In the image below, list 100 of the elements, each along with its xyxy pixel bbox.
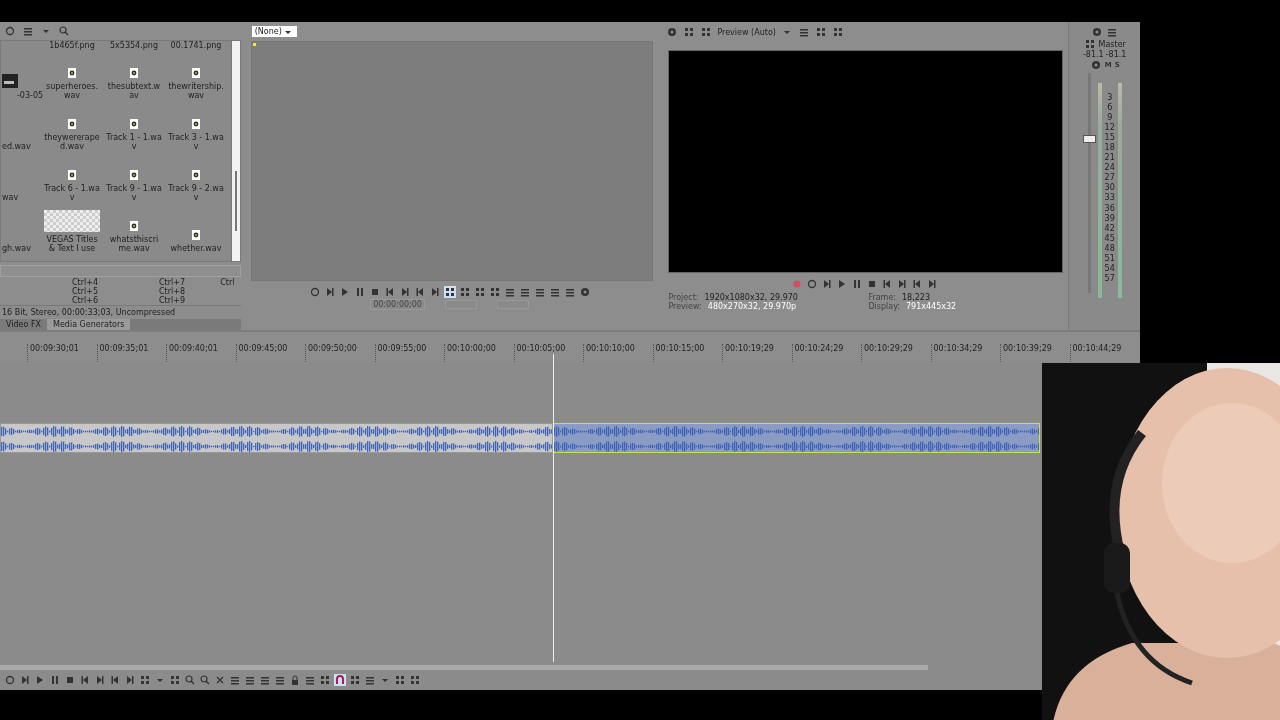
info-label: Frame: <box>868 293 896 302</box>
grid-icon[interactable] <box>814 26 827 38</box>
magnet-icon[interactable] <box>334 674 346 686</box>
audio-file-icon[interactable] <box>128 169 140 181</box>
info-value: 791x445x32 <box>906 302 957 311</box>
settings-icon[interactable] <box>578 286 591 298</box>
file-name: theywereraped.wav <box>44 133 100 151</box>
grid-icon[interactable] <box>473 286 486 298</box>
meter-scale-label: 39 <box>1104 213 1115 223</box>
grid-icon[interactable] <box>443 286 456 298</box>
shortcut-label: Ctrl+8 <box>158 287 186 296</box>
skip-icon[interactable] <box>926 278 939 290</box>
audio-file-icon[interactable] <box>190 169 202 181</box>
grid-icon[interactable] <box>458 286 471 298</box>
audio-event[interactable] <box>553 423 1040 453</box>
shortcut-label: Ctrl+7 <box>158 278 186 287</box>
ruler-time: 00:10:34;29 <box>933 344 983 353</box>
info-label: Display: <box>868 302 900 311</box>
peak-reading: -81.1 <box>1083 50 1104 59</box>
file-name: Track 9 - 2.wav <box>168 184 224 202</box>
time-field[interactable]: 00:00:00;00 <box>370 298 425 310</box>
search-icon[interactable] <box>184 674 196 686</box>
file-name: Track 9 - 1.wav <box>106 184 162 202</box>
ruler-time: 00:10:29;29 <box>864 344 913 353</box>
audio-event[interactable] <box>0 423 553 453</box>
shortcut-label: Ctrl <box>219 278 236 287</box>
meter-scale-label: 12 <box>1104 123 1115 133</box>
status-text: 16 Bit, Stereo, 00:00:33;03, Uncompressed <box>2 307 176 317</box>
peak-reading: -81.1 <box>1105 50 1127 59</box>
skip-icon[interactable] <box>19 674 31 686</box>
meter-scale-label: 6 <box>1106 103 1114 113</box>
meter-scale-label: 27 <box>1104 173 1115 183</box>
skip-icon[interactable] <box>821 278 834 290</box>
scrollbar[interactable] <box>230 41 240 261</box>
search-icon[interactable] <box>199 674 211 686</box>
title-thumbnail[interactable] <box>44 210 100 232</box>
list-icon[interactable] <box>563 286 576 298</box>
audio-file-icon[interactable] <box>66 67 78 79</box>
ruler-time: 00:10:10;00 <box>586 344 635 353</box>
grid-icon[interactable] <box>488 286 501 298</box>
meter-scale-label: 24 <box>1104 163 1115 173</box>
settings-icon[interactable] <box>666 26 679 38</box>
ruler-time: 00:09:50;00 <box>308 344 357 353</box>
grid-icon[interactable] <box>831 26 844 38</box>
info-value: 1920x1080x32, 29.970 <box>704 293 798 302</box>
list-icon[interactable] <box>518 286 531 298</box>
audio-file-icon[interactable] <box>128 118 140 130</box>
list-icon[interactable] <box>364 674 376 686</box>
ruler-time: 00:10:44;29 <box>1072 344 1122 353</box>
list-icon[interactable] <box>259 674 271 686</box>
skip-icon[interactable] <box>94 674 106 686</box>
audio-file-icon[interactable] <box>190 118 202 130</box>
skip-back-icon[interactable] <box>109 674 121 686</box>
audio-file-icon[interactable] <box>66 118 78 130</box>
grid-icon[interactable] <box>683 26 696 38</box>
video-thumbnail[interactable] <box>2 74 18 88</box>
scrollbar[interactable] <box>0 665 928 670</box>
list-icon[interactable] <box>533 286 546 298</box>
audio-file-icon[interactable] <box>190 67 202 79</box>
audio-file-icon[interactable] <box>128 67 140 79</box>
settings-icon[interactable] <box>1091 26 1104 38</box>
skip-back-icon[interactable] <box>79 674 91 686</box>
ruler-time: 00:10:39;29 <box>1003 344 1052 353</box>
stop-icon[interactable] <box>64 674 76 686</box>
shortcut-label: Ctrl+4 <box>71 278 99 287</box>
list-icon[interactable] <box>274 674 286 686</box>
meter-scale-label: 36 <box>1104 203 1115 213</box>
file-name: 1b465f.png <box>48 41 96 51</box>
list-icon[interactable] <box>244 674 256 686</box>
file-name: whatsthiscrime.wav <box>108 235 160 253</box>
list-icon[interactable] <box>22 25 34 37</box>
meter-scale-label: 45 <box>1104 233 1115 243</box>
search-icon[interactable] <box>58 25 70 37</box>
quality-dropdown[interactable]: Preview (Auto) <box>717 27 776 37</box>
file-name: Track 1 - 1.wav <box>106 133 162 151</box>
fader-handle[interactable] <box>1082 135 1096 144</box>
file-name: ed.wav <box>2 142 31 151</box>
list-icon[interactable] <box>503 286 516 298</box>
file-name: -03-05 <box>15 91 45 100</box>
lock-icon[interactable] <box>289 674 301 686</box>
audio-file-icon[interactable] <box>190 229 202 241</box>
in-point-field[interactable] <box>444 299 477 309</box>
meter-scale-label: 21 <box>1104 153 1115 163</box>
pause-icon[interactable] <box>49 674 61 686</box>
marker-icon <box>252 43 256 46</box>
grid-icon[interactable] <box>700 26 713 38</box>
source-dropdown[interactable]: (None) <box>251 26 297 37</box>
file-name: VEGAS Titles & Text I use <box>45 235 99 253</box>
list-icon[interactable] <box>797 26 810 38</box>
list-icon[interactable] <box>548 286 561 298</box>
list-icon[interactable] <box>304 674 316 686</box>
file-name: whether.wav <box>169 244 223 253</box>
audio-file-icon[interactable] <box>66 169 78 181</box>
tab[interactable]: Media Generators <box>47 319 131 330</box>
close-icon[interactable] <box>214 674 226 686</box>
skip-icon[interactable] <box>896 278 909 290</box>
audio-file-icon[interactable] <box>128 220 140 232</box>
list-icon[interactable] <box>229 674 241 686</box>
skip-icon[interactable] <box>124 674 136 686</box>
file-name: Track 6 - 1.wav <box>44 184 100 202</box>
